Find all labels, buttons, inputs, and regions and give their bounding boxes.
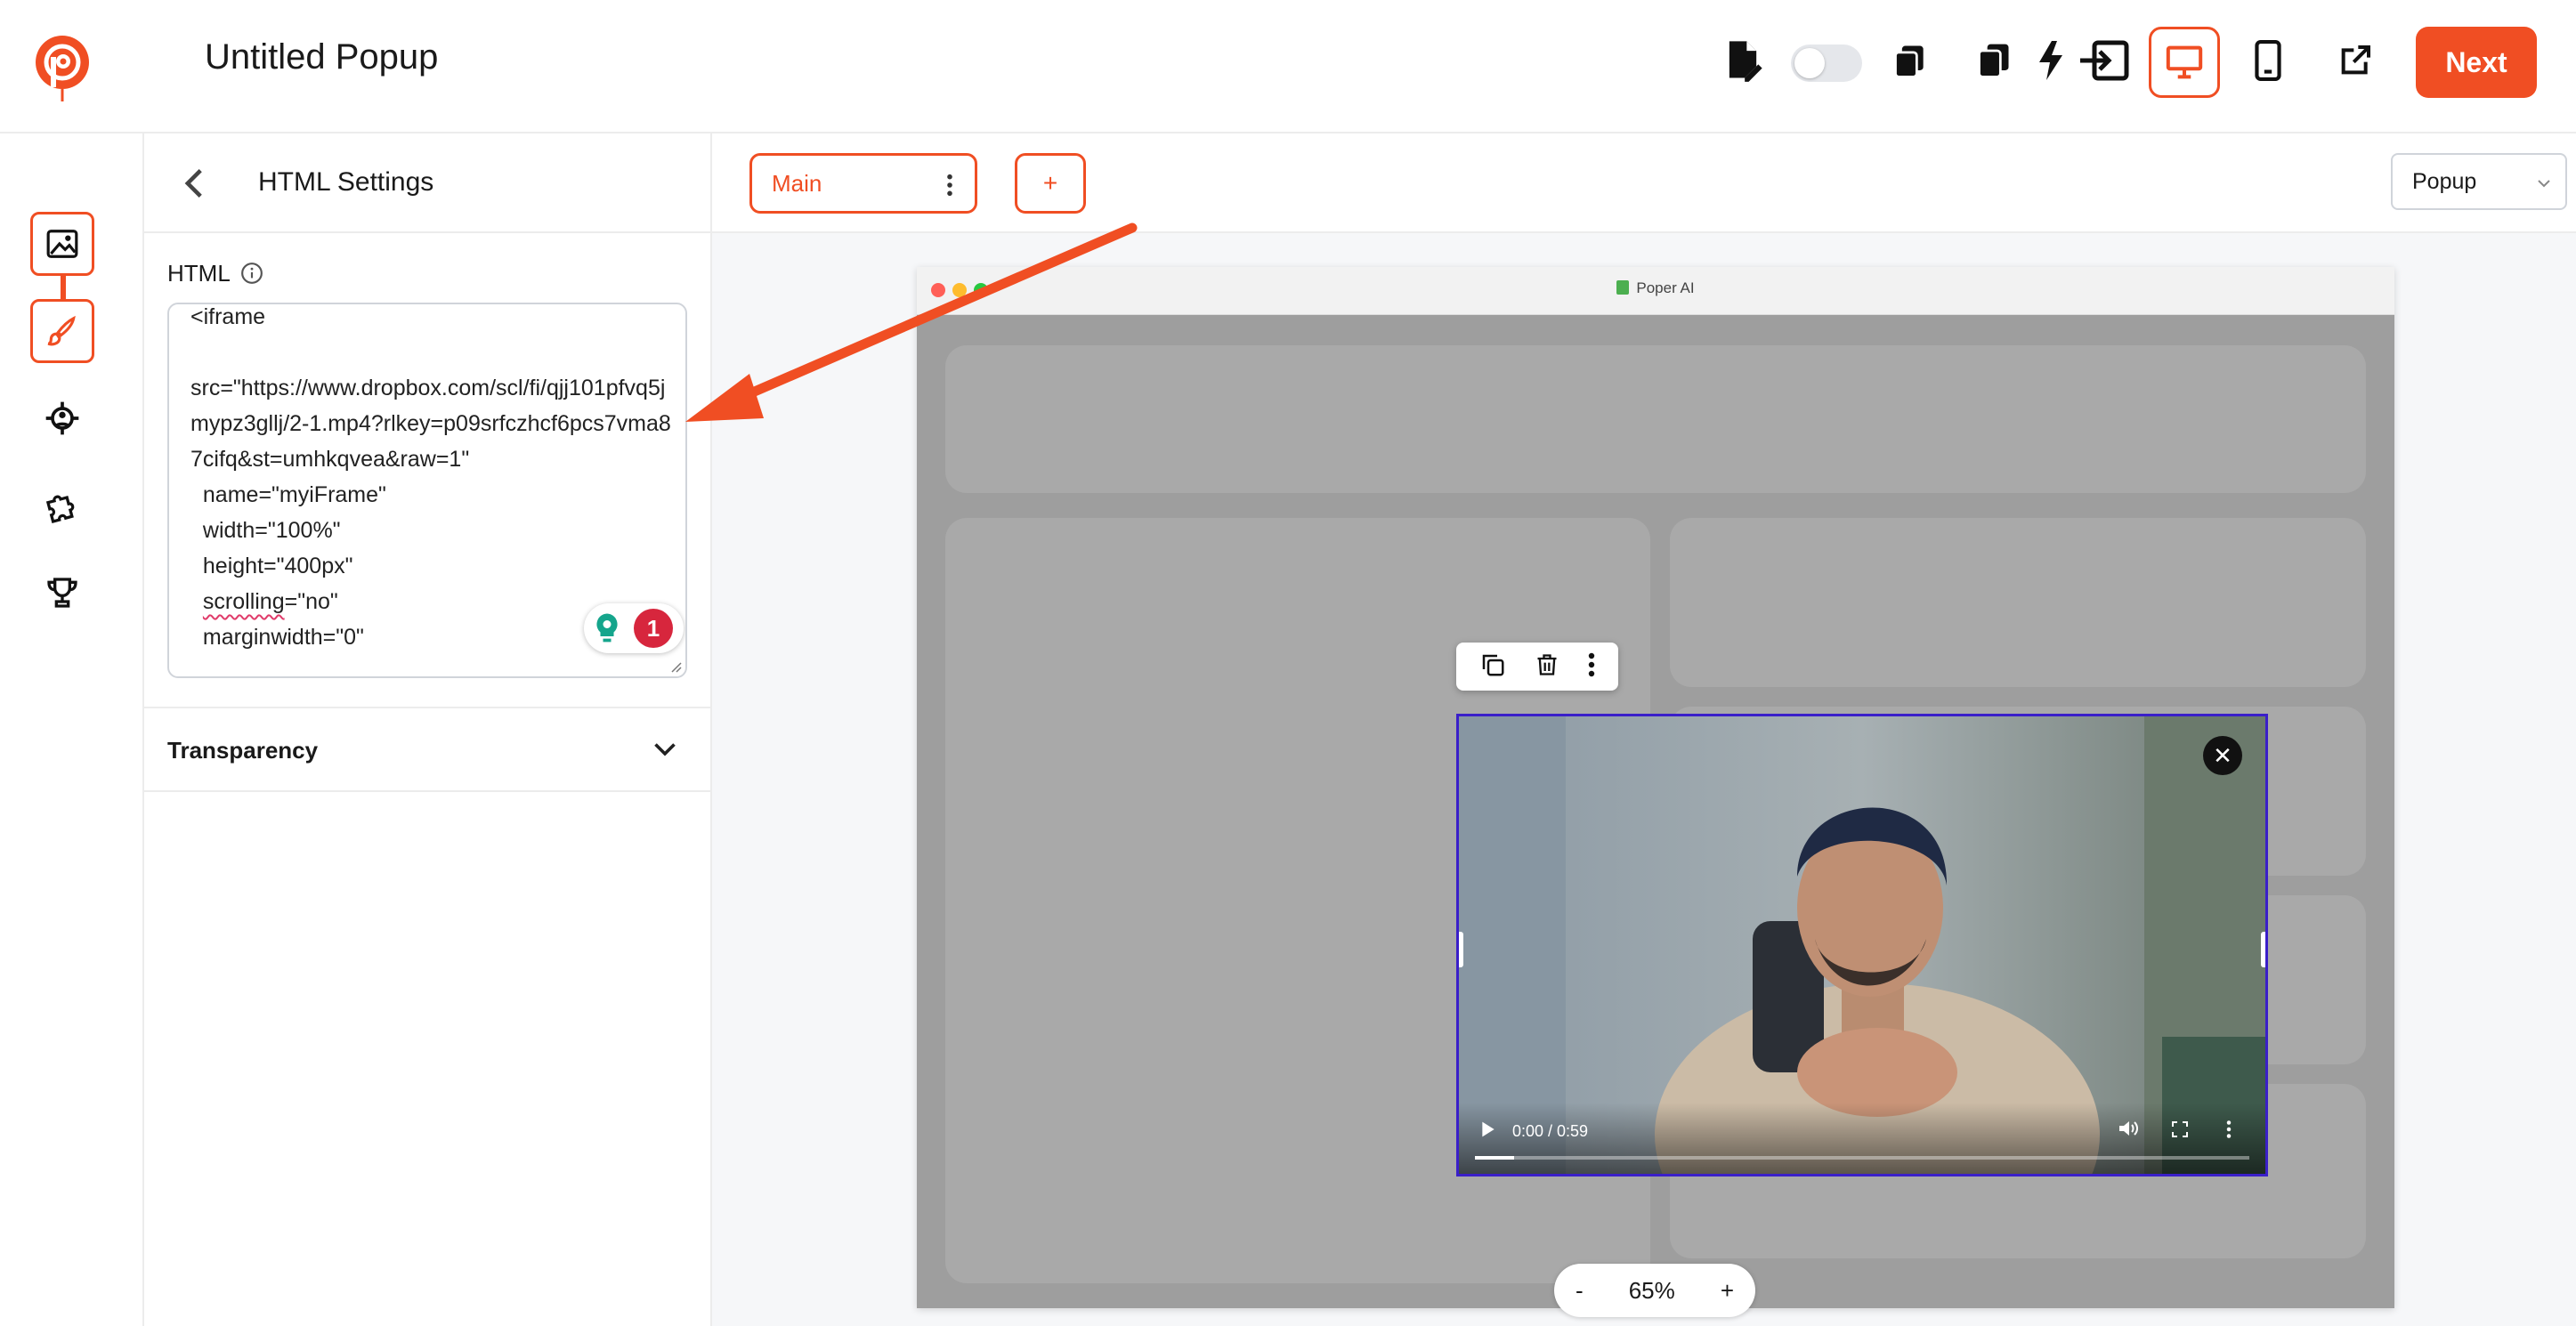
steps-bar: Main + Popup xyxy=(712,133,2576,233)
html-code-text: <iframe src="https://www.dropbox.com/scl… xyxy=(190,304,671,650)
kebab-menu-icon[interactable] xyxy=(946,174,953,203)
html-code-textarea[interactable]: <iframe src="https://www.dropbox.com/scl… xyxy=(167,303,687,678)
popup-title[interactable]: Untitled Popup xyxy=(205,37,438,77)
trigger-import-icon[interactable] xyxy=(2029,36,2136,85)
step-tab-label: Main xyxy=(772,169,822,197)
resize-handle-left[interactable] xyxy=(1459,932,1463,967)
add-step-button[interactable]: + xyxy=(1015,153,1086,214)
video-time: 0:00 / 0:59 xyxy=(1512,1122,1589,1140)
placeholder-block xyxy=(945,345,2366,493)
zoom-control: - 65% + xyxy=(1554,1264,1755,1317)
preview-toggle[interactable] xyxy=(1791,44,1862,82)
delete-element-icon[interactable] xyxy=(1535,651,1559,683)
placeholder-block xyxy=(1670,518,2366,687)
volume-icon[interactable] xyxy=(2118,1119,2139,1143)
target-icon[interactable] xyxy=(30,386,94,450)
grammar-issue-count: 1 xyxy=(634,609,673,648)
copy-icon[interactable] xyxy=(1885,36,1935,85)
brush-icon[interactable] xyxy=(30,299,94,363)
mobile-view-icon[interactable] xyxy=(2243,36,2293,85)
element-toolbar xyxy=(1456,643,1618,691)
duplicate-icon[interactable] xyxy=(1969,36,2019,85)
trophy-icon[interactable] xyxy=(30,561,94,625)
fullscreen-icon[interactable] xyxy=(2171,1120,2189,1143)
lock-icon xyxy=(1616,280,1630,295)
browser-title-bar: Poper AI xyxy=(917,267,2394,315)
video-element[interactable]: ✕ 0:00 / 0:59 xyxy=(1456,714,2268,1176)
video-controls: 0:00 / 0:59 xyxy=(1459,1103,2265,1174)
duplicate-element-icon[interactable] xyxy=(1479,651,1506,683)
video-more-icon[interactable] xyxy=(2226,1119,2232,1144)
back-arrow-icon[interactable] xyxy=(171,160,217,206)
image-icon[interactable] xyxy=(30,212,94,276)
grammar-assistant-badge[interactable]: 1 xyxy=(584,603,684,653)
html-field-label: HTML xyxy=(167,260,231,287)
popup-type-value: Popup xyxy=(2412,168,2477,194)
chevron-down-icon xyxy=(652,735,684,767)
zoom-level: 65% xyxy=(1628,1276,1675,1304)
more-options-icon[interactable] xyxy=(1588,652,1595,682)
toggle-knob xyxy=(1794,48,1825,78)
close-icon[interactable]: ✕ xyxy=(2203,736,2242,775)
top-bar: Untitled Popup Next xyxy=(0,0,2576,133)
panel-title: HTML Settings xyxy=(258,167,434,197)
zoom-in-button[interactable]: + xyxy=(1721,1277,1734,1305)
play-icon[interactable] xyxy=(1480,1120,1496,1143)
video-progress-bar[interactable] xyxy=(1475,1156,2249,1160)
settings-panel: HTML Settings HTML <iframe src="https://… xyxy=(144,133,712,1326)
panel-header: HTML Settings xyxy=(144,133,712,233)
transparency-accordion[interactable]: Transparency xyxy=(144,707,712,792)
zoom-out-button[interactable]: - xyxy=(1576,1277,1584,1305)
lightbulb-icon xyxy=(596,613,618,643)
chevron-down-icon xyxy=(2535,173,2553,198)
next-button[interactable]: Next xyxy=(2416,27,2537,98)
browser-url: Poper AI xyxy=(917,279,2394,297)
external-link-icon[interactable] xyxy=(2330,36,2380,85)
transparency-label: Transparency xyxy=(167,737,319,764)
popup-type-select[interactable]: Popup xyxy=(2391,153,2567,210)
rail-connector xyxy=(61,274,66,299)
desktop-view-button[interactable] xyxy=(2149,27,2220,98)
resize-grip-icon[interactable] xyxy=(668,659,682,673)
puzzle-icon[interactable] xyxy=(30,473,94,538)
info-icon[interactable] xyxy=(240,262,263,285)
edit-document-icon[interactable] xyxy=(1718,36,1768,85)
browser-preview: Poper AI ✕ 0:00 / 0:59 xyxy=(917,267,2394,1308)
video-progress-fill xyxy=(1475,1156,1514,1160)
poper-logo-icon[interactable] xyxy=(34,30,91,105)
left-rail xyxy=(0,133,144,1326)
editor-canvas: Main + Popup Poper AI ✕ 0:00 / 0:59 - 65… xyxy=(712,133,2576,1326)
resize-handle-right[interactable] xyxy=(2261,932,2265,967)
step-tab-main[interactable]: Main xyxy=(749,153,977,214)
